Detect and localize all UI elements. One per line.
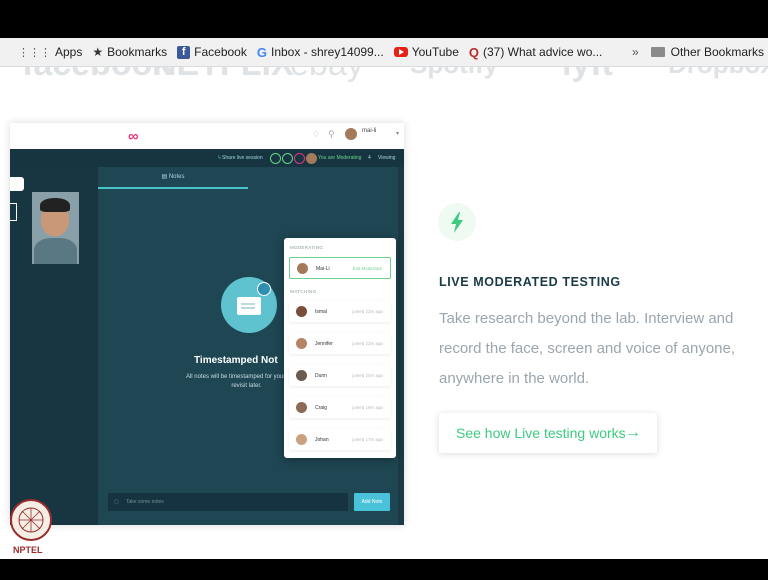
other-bookmarks[interactable]: Other Bookmarks: [671, 45, 764, 59]
logo-dropbox: Dropbox: [668, 67, 768, 80]
participant-column: [10, 167, 98, 525]
avatar: [297, 263, 308, 274]
bell-icon: ♢: [312, 129, 321, 139]
moderating-section-label: MODERATING: [290, 245, 324, 250]
logo-ebay: ebay: [290, 67, 364, 84]
app-header: ∞ ♢ ⚲ mai-li ▾: [10, 123, 404, 150]
google-icon: G: [256, 44, 267, 60]
bookmark-youtube[interactable]: YouTube: [393, 45, 459, 59]
arrow-right-icon: →: [625, 424, 641, 441]
nptel-logo: [10, 499, 52, 541]
bookmark-facebook[interactable]: f Facebook: [177, 45, 247, 59]
bookmark-apps[interactable]: ⋮⋮⋮ Apps: [18, 45, 82, 59]
logo-netflix: NETFLIX: [152, 67, 294, 84]
viewer-count: 4: [368, 155, 371, 161]
note-card-icon: [237, 297, 261, 315]
exit-moderator-button[interactable]: Exit Moderator: [353, 266, 382, 271]
viewer-row[interactable]: Craig joined 19m ago: [289, 397, 391, 418]
nptel-label: NPTEL: [13, 545, 43, 555]
bookmarks-overflow-button[interactable]: »: [632, 45, 639, 59]
avatar: [296, 402, 307, 413]
tab-notes[interactable]: ▤ Notes: [98, 167, 248, 189]
apps-grid-icon: ⋮⋮⋮: [18, 46, 51, 59]
nptel-emblem-icon: [18, 507, 44, 533]
bookmark-quora[interactable]: Q (37) What advice wo...: [469, 45, 603, 60]
add-note-button[interactable]: Add Note: [354, 493, 390, 511]
quora-icon: Q: [468, 44, 479, 60]
share-session[interactable]: ϟ Share live session: [218, 155, 263, 161]
camera-icon[interactable]: [270, 153, 281, 164]
star-icon: ★: [92, 45, 104, 59]
moderator-row[interactable]: Mai-Li Exit Moderator: [289, 257, 391, 279]
lightning-bolt-icon: [451, 212, 463, 233]
logo-lyft: lyft: [562, 67, 613, 84]
avatar: [296, 306, 307, 317]
section-body: Take research beyond the lab. Interview …: [439, 310, 736, 387]
viewing-dropdown[interactable]: Viewing: [378, 155, 395, 161]
bookmark-inbox[interactable]: G Inbox - shrey14099...: [257, 45, 384, 60]
notes-illustration: [221, 277, 277, 333]
avatar: [296, 338, 307, 349]
cta-label: See how Live testing works: [456, 425, 626, 441]
side-tab-2[interactable]: [10, 203, 17, 221]
watching-section-label: WATCHING: [290, 289, 317, 294]
viewers-dropdown: MODERATING Mai-Li Exit Moderator WATCHIN…: [284, 238, 396, 458]
viewer-row[interactable]: Ismal joined 22m ago: [289, 301, 391, 322]
viewer-row[interactable]: Dunn joined 20m ago: [289, 365, 391, 386]
notes-icon: ▤: [161, 174, 169, 180]
note-checkbox-icon: ▢: [114, 499, 119, 505]
logo-facebook: facebook: [22, 67, 171, 84]
moderating-label: You are Moderating: [318, 155, 362, 161]
youtube-icon: [393, 47, 408, 57]
mic-icon[interactable]: [282, 153, 293, 164]
status-bar: ϟ Share live session You are Moderating …: [10, 149, 404, 167]
see-live-testing-button[interactable]: See how Live testing works →: [439, 413, 657, 453]
facebook-icon: f: [177, 45, 191, 59]
record-icon[interactable]: [294, 153, 305, 164]
folder-icon: [650, 47, 665, 57]
web-page: facebook NETFLIX ebay Spotify lyft Dropb…: [0, 67, 768, 559]
section-heading: LIVE MODERATED TESTING: [439, 275, 621, 289]
viewer-row[interactable]: Johan joined 17m ago: [289, 429, 391, 450]
chevron-down-icon: ▾: [396, 131, 400, 137]
logo-spotify: Spotify: [410, 67, 498, 80]
avatar: [296, 434, 307, 445]
moderator-avatar: [306, 153, 317, 164]
viewer-row[interactable]: Jennifer joined 22m ago: [289, 333, 391, 354]
avatar: [345, 128, 357, 140]
user-name: mai-li: [362, 128, 377, 134]
side-tab[interactable]: [10, 177, 24, 191]
link-icon: ⚲: [328, 129, 335, 139]
clock-icon: [257, 282, 271, 296]
customer-logos: facebook NETFLIX ebay Spotify lyft Dropb…: [0, 67, 768, 84]
avatar: [296, 370, 307, 381]
note-input[interactable]: ▢ Take some notes: [108, 493, 348, 511]
bookmark-bookmarks[interactable]: ★ Bookmarks: [92, 45, 167, 59]
participant-video: [32, 192, 79, 264]
bookmarks-bar: ⋮⋮⋮ Apps ★ Bookmarks f Facebook G Inbox …: [0, 38, 768, 67]
bolt-badge: [438, 203, 476, 241]
infinity-logo-icon: ∞: [128, 128, 139, 145]
